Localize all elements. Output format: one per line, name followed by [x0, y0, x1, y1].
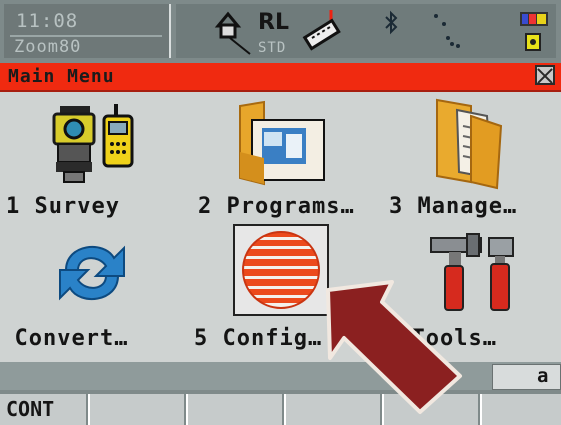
menu-item-tools[interactable]: 6 Tools… [381, 228, 561, 358]
menu-item-survey[interactable]: 1 Survey [0, 94, 180, 226]
softkey-f3[interactable] [186, 394, 282, 425]
convert-arrows-icon [59, 245, 125, 301]
status-bar: 11:08 Zoom80 RL STD [0, 0, 561, 63]
menu-label-survey: 1 Survey [6, 194, 120, 219]
config-globe-icon [242, 231, 320, 309]
target-home-icon [214, 11, 251, 55]
manage-folder-icon [436, 98, 503, 190]
device-screen: 11:08 Zoom80 RL STD Main Menu 1 Survey 2… [0, 0, 561, 425]
satellite-dots-icon [434, 14, 460, 48]
softkey-f5[interactable] [382, 394, 478, 425]
prism-icon [302, 10, 341, 51]
programs-folder-icon [239, 100, 325, 186]
menu-item-config[interactable]: 5 Config… [186, 224, 381, 358]
menu-item-programs[interactable]: 2 Programs… [190, 94, 385, 226]
softkey-f2[interactable] [88, 394, 184, 425]
softkey-f4[interactable] [284, 394, 380, 425]
status-time: 11:08 [16, 10, 79, 32]
status-icons-panel: RL STD [176, 4, 556, 58]
status-mode-label: RL [258, 10, 289, 35]
tools-icon [430, 233, 514, 311]
survey-instrument-icon [52, 104, 134, 183]
status-clock-panel: 11:08 Zoom80 [4, 4, 171, 58]
softkey-f6[interactable] [480, 394, 561, 425]
bottom-info-bar [0, 362, 561, 390]
input-mode-indicator: a [492, 364, 561, 390]
battery-card-icon [520, 12, 548, 51]
status-zoom: Zoom80 [14, 37, 82, 57]
menu-label-manage: 3 Manage… [389, 194, 518, 219]
page-title: Main Menu [8, 66, 115, 87]
menu-label-programs: 2 Programs… [198, 194, 355, 219]
menu-item-convert[interactable]: 4 Convert… [0, 228, 180, 358]
bluetooth-icon [385, 10, 398, 35]
menu-label-config: 5 Config… [194, 326, 323, 351]
close-icon[interactable] [535, 65, 555, 85]
menu-label-convert: 4 Convert… [0, 326, 129, 351]
menu-item-manage[interactable]: 3 Manage… [385, 94, 561, 226]
softkey-cont[interactable]: CONT [0, 394, 86, 425]
menu-label-tools: 6 Tools… [383, 326, 497, 351]
status-mode-sub: STD [258, 40, 287, 56]
title-bar: Main Menu [0, 63, 561, 92]
